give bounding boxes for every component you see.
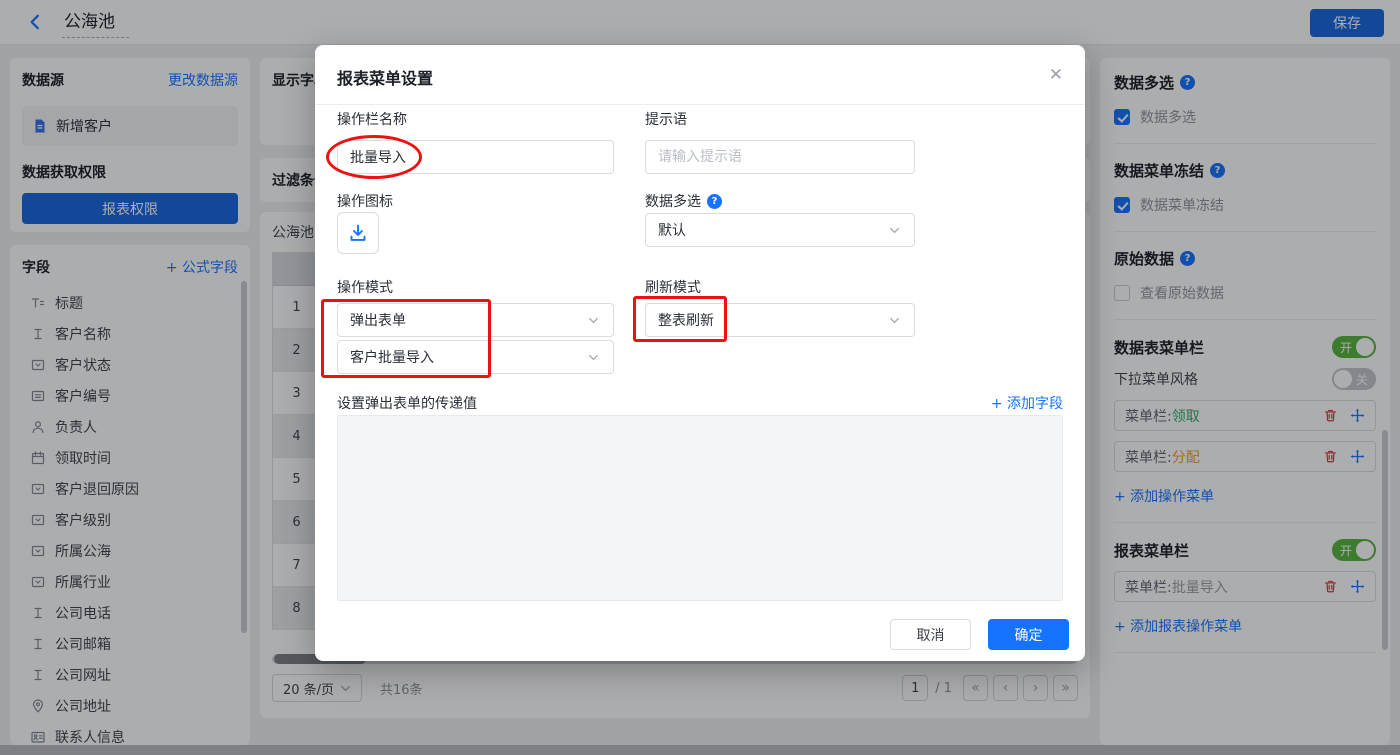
tip-label: 提示语 — [645, 112, 687, 128]
opmode-select[interactable]: 弹出表单 — [337, 303, 614, 337]
tip-input[interactable] — [645, 140, 915, 174]
report-menu-settings-dialog: 报表菜单设置 ✕ 操作栏名称 提示语 操作图标 数据多选 ? 默认 操作模式 刷… — [315, 45, 1085, 661]
action-name-label: 操作栏名称 — [337, 112, 407, 128]
action-name-input[interactable] — [337, 140, 614, 174]
chevron-down-icon — [586, 313, 601, 328]
chevron-down-icon — [887, 223, 902, 238]
opmode-label: 操作模式 — [337, 280, 393, 296]
opmode-target-select[interactable]: 客户批量导入 — [337, 340, 614, 374]
dialog-header: 报表菜单设置 ✕ — [315, 45, 1085, 105]
add-field-link[interactable]: + 添加字段 — [991, 393, 1063, 413]
passvalue-panel — [337, 415, 1063, 601]
action-icon-button[interactable] — [337, 212, 379, 254]
multiselect-select[interactable]: 默认 — [645, 213, 915, 247]
refresh-mode-label: 刷新模式 — [645, 280, 701, 296]
dialog-title: 报表菜单设置 — [337, 69, 434, 88]
action-icon-label: 操作图标 — [337, 194, 393, 210]
refresh-mode-select[interactable]: 整表刷新 — [645, 303, 915, 337]
chevron-down-icon — [887, 313, 902, 328]
multiselect-label: 数据多选 ? — [645, 191, 722, 211]
passvalue-label: 设置弹出表单的传递值 — [337, 396, 477, 412]
cancel-button[interactable]: 取消 — [890, 619, 971, 650]
confirm-button[interactable]: 确定 — [988, 619, 1069, 650]
chevron-down-icon — [586, 350, 601, 365]
help-icon[interactable]: ? — [707, 193, 722, 209]
download-icon — [348, 223, 368, 243]
close-icon[interactable]: ✕ — [1049, 65, 1063, 85]
